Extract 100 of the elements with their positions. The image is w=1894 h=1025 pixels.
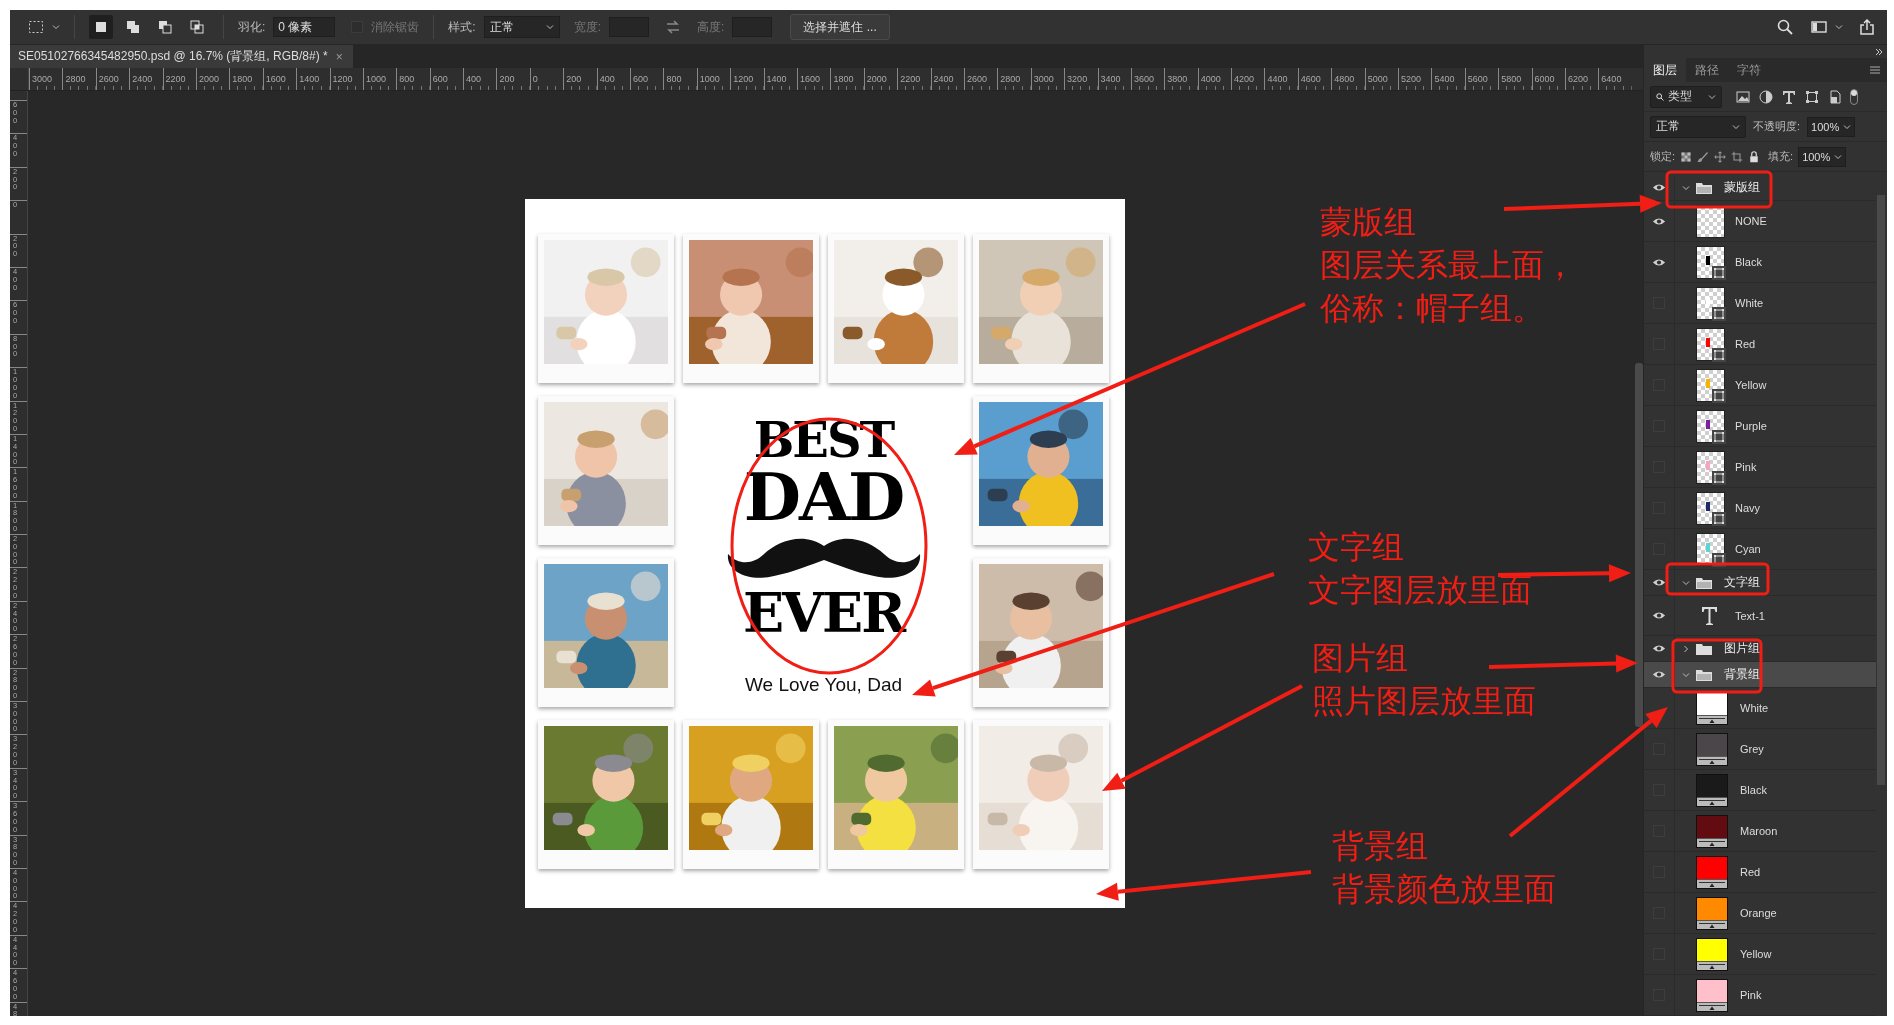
fill-thumbnail — [1696, 773, 1728, 807]
eye-icon[interactable] — [1652, 644, 1666, 653]
ruler-label: 3400 — [1100, 74, 1121, 84]
eye-icon[interactable] — [1652, 670, 1666, 679]
layer-row[interactable]: Red — [1644, 852, 1876, 893]
filter-dropdown[interactable]: 类型 — [1650, 85, 1722, 108]
layer-name: Black — [1740, 784, 1767, 796]
headline-text: DAD — [743, 464, 904, 530]
selection-mode-button[interactable] — [89, 15, 113, 39]
eye-icon[interactable] — [1652, 257, 1666, 267]
ruler-label: 3000 — [1033, 74, 1054, 84]
eye-icon[interactable] — [1652, 578, 1666, 587]
lock-icon[interactable] — [1748, 148, 1761, 165]
layer-row[interactable]: Yellow — [1644, 365, 1876, 406]
eye-icon[interactable] — [1652, 216, 1666, 226]
marquee-tool-icon[interactable] — [28, 19, 44, 35]
scrollbar[interactable] — [1877, 195, 1885, 785]
layer-row[interactable]: NONE — [1644, 201, 1876, 242]
caret-icon — [1834, 152, 1843, 161]
layer-row[interactable]: White — [1644, 283, 1876, 324]
layer-name: NONE — [1735, 215, 1767, 227]
chevron-icon[interactable] — [1682, 578, 1690, 587]
opacity-field[interactable]: 100% — [1807, 116, 1856, 137]
layer-group-row[interactable]: 文字组 — [1644, 570, 1876, 596]
layer-name: Black — [1735, 256, 1762, 268]
layer-row[interactable]: Navy — [1644, 488, 1876, 529]
folder-icon — [1696, 576, 1712, 589]
caret-icon — [1843, 122, 1852, 131]
caret-icon[interactable] — [52, 23, 60, 31]
layer-name: 蒙版组 — [1724, 179, 1760, 196]
folder-icon — [1696, 668, 1712, 681]
close-button[interactable]: × — [327, 45, 353, 68]
collapse-icon[interactable] — [1875, 48, 1883, 56]
ruler-label: 4000 — [1200, 74, 1221, 84]
layer-row[interactable]: White — [1644, 688, 1876, 729]
layer-row[interactable]: Text-1 — [1644, 596, 1876, 636]
image-filter-icon[interactable] — [1735, 88, 1751, 105]
ruler-label: 200 — [499, 74, 515, 84]
chevron-icon[interactable] — [1682, 183, 1690, 192]
panel-tab[interactable]: 字符 — [1728, 58, 1770, 82]
layer-row[interactable]: Black — [1644, 770, 1876, 811]
feather-field[interactable]: 0 像素 — [273, 17, 336, 37]
workspace-icon[interactable] — [1811, 19, 1827, 35]
select-and-mask-button[interactable]: 选择并遮住 ... — [790, 14, 890, 40]
layer-group-row[interactable]: 背景组 — [1644, 662, 1876, 688]
ruler-label: 200 — [566, 74, 582, 84]
ruler-label: 2400 — [933, 74, 954, 84]
swap-icon[interactable] — [665, 19, 682, 35]
layer-row[interactable]: Grey — [1644, 729, 1876, 770]
transform-icon — [1712, 347, 1726, 362]
document-tab[interactable]: SE05102766345482950.psd @ 16.7% (背景组, RGB/8#) * — [10, 45, 328, 68]
layer-name: Grey — [1740, 743, 1764, 755]
fill-field[interactable]: 100% — [1798, 146, 1847, 167]
ruler-label: 600 — [432, 74, 448, 84]
layer-row[interactable]: Purple — [1644, 406, 1876, 447]
eye-icon[interactable] — [1652, 183, 1666, 192]
layer-name: Red — [1740, 866, 1761, 878]
layer-row[interactable]: Black — [1644, 242, 1876, 283]
panel-tab[interactable]: 路径 — [1686, 58, 1728, 82]
scrollbar[interactable] — [1635, 363, 1643, 727]
layer-row[interactable]: Orange — [1644, 893, 1876, 934]
layer-row[interactable]: Red — [1644, 324, 1876, 365]
chevron-icon[interactable] — [1682, 670, 1690, 679]
layer-row[interactable]: Maroon — [1644, 811, 1876, 852]
eye-icon[interactable] — [1652, 611, 1666, 620]
style-dropdown[interactable]: 正常 — [483, 16, 560, 38]
type-filter-icon[interactable] — [1781, 88, 1797, 105]
ruler-label: 3200 — [1067, 74, 1088, 84]
search-icon[interactable] — [1777, 19, 1793, 35]
opacity-label: 不透明度: — [1753, 119, 1801, 134]
ruler-label: 0 — [532, 74, 538, 84]
ruler-label: 1200 — [733, 74, 754, 84]
layer-name: Yellow — [1740, 948, 1772, 960]
ruler-label: 2000 — [866, 74, 887, 84]
ruler-label: 1200 — [332, 74, 353, 84]
selection-mode-icon — [125, 19, 141, 35]
chevron-icon[interactable] — [1682, 644, 1690, 653]
smart-object-filter-icon[interactable] — [1827, 88, 1843, 105]
blend-mode-dropdown[interactable]: 正常 — [1650, 115, 1746, 138]
fill-label: 填充: — [1768, 149, 1794, 164]
layer-row[interactable]: Cyan — [1644, 529, 1876, 570]
caret-icon[interactable] — [1835, 23, 1843, 31]
adjustment-filter-icon[interactable] — [1758, 88, 1774, 105]
panel-tab[interactable]: 图层 — [1644, 58, 1686, 82]
ruler-label: 3600 — [1133, 74, 1154, 84]
layer-group-row[interactable]: 图片组 — [1644, 636, 1876, 662]
layer-row[interactable]: Yellow — [1644, 934, 1876, 975]
fill-thumbnail — [1696, 732, 1728, 766]
move-icon[interactable] — [1714, 148, 1727, 165]
fill-thumbnail — [1696, 855, 1728, 889]
filter-toggle[interactable] — [1850, 88, 1858, 105]
ruler-label: 800 — [399, 74, 415, 84]
ruler-label: 1000 — [365, 74, 386, 84]
ruler-label: 5600 — [1467, 74, 1488, 84]
layer-row[interactable]: Pink — [1644, 447, 1876, 488]
shape-filter-icon[interactable] — [1804, 88, 1820, 105]
layer-row[interactable]: Pink — [1644, 975, 1876, 1016]
layer-name: Yellow — [1735, 379, 1767, 391]
share-icon[interactable] — [1859, 19, 1875, 35]
transform-icon — [1712, 429, 1726, 444]
